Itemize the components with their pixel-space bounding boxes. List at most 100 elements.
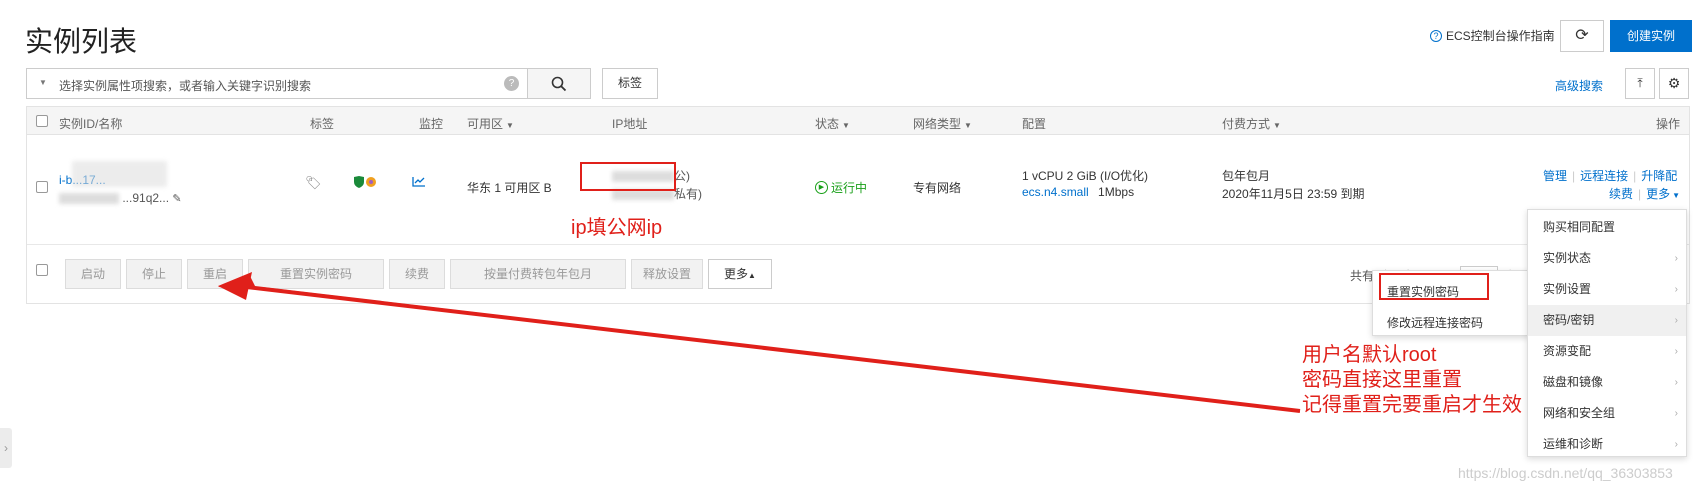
more-link[interactable]: 更多 — [1646, 187, 1670, 201]
select-all-bottom-checkbox[interactable] — [36, 264, 48, 276]
caret-down-icon: ▼ — [1672, 191, 1681, 200]
col-network[interactable]: 网络类型 ▼ — [913, 115, 972, 132]
sidebar-toggle[interactable]: › — [0, 428, 12, 468]
config-detail: ecs.n4.small 1Mbps — [1022, 185, 1134, 199]
zone-cell: 华东 1 可用区 B — [467, 181, 552, 195]
ip-highlight-box — [580, 162, 676, 191]
sort-icon: ▼ — [506, 121, 514, 130]
col-billing[interactable]: 付费方式 ▼ — [1222, 115, 1281, 132]
menu-item-label: 实例状态 — [1543, 251, 1592, 265]
col-status-label: 状态 — [815, 117, 840, 131]
tag-filter-button[interactable]: 标签 — [602, 68, 658, 99]
menu-item-label: 资源变配 — [1543, 344, 1592, 358]
search-icon — [551, 76, 567, 91]
menu-item-label: 实例设置 — [1543, 282, 1592, 296]
bulk-more-label: 更多 — [724, 267, 749, 281]
menu-item-buy-same[interactable]: 购买相同配置 — [1528, 212, 1686, 243]
restart-button[interactable]: 重启 — [187, 259, 243, 289]
tag-icon[interactable]: 🏷 — [305, 175, 322, 191]
settings-button[interactable]: ⚙ — [1659, 68, 1689, 99]
running-icon: ▶ — [815, 181, 828, 194]
menu-item-label: 磁盘和镜像 — [1543, 375, 1604, 389]
menu-item-label: 密码/密钥 — [1543, 313, 1595, 327]
table-row: i-b...17... ...91q2... ✎ 🏷 华东 1 可用区 B 公)… — [27, 135, 1689, 245]
advanced-search-link[interactable]: 高级搜索 — [1555, 77, 1603, 94]
annotation-line: 记得重置完要重启才生效 — [1302, 394, 1522, 416]
instance-name: ...91q2... ✎ — [59, 191, 182, 205]
guide-label: ECS控制台操作指南 — [1446, 29, 1555, 43]
reset-highlight-box — [1379, 273, 1489, 300]
ip-annotation: ip填公网ip — [571, 217, 663, 239]
col-id: 实例ID/名称 — [59, 117, 123, 131]
row-checkbox[interactable] — [36, 181, 48, 193]
col-tags: 标签 — [310, 117, 335, 131]
search-placeholder: 选择实例属性项搜索，或者输入关键字识别搜索 — [59, 79, 312, 93]
watermark: https://blog.csdn.net/qq_36303853 — [1458, 465, 1673, 481]
reset-password-button[interactable]: 重置实例密码 — [248, 259, 384, 289]
col-status[interactable]: 状态 ▼ — [815, 115, 850, 132]
ip-public-label: 公) — [674, 169, 690, 183]
refresh-button[interactable]: ⟳ — [1560, 20, 1604, 52]
caret-down-icon[interactable]: ▼ — [39, 78, 47, 87]
menu-item-network-security[interactable]: 网络和安全组 › — [1528, 398, 1686, 429]
convert-billing-button[interactable]: 按量付费转包年包月 — [450, 259, 626, 289]
chevron-right-icon: › — [1674, 439, 1678, 450]
expire-date: 2020年11月5日 23:59 到期 — [1222, 187, 1365, 201]
release-settings-button[interactable]: 释放设置 — [631, 259, 703, 289]
bandwidth-text: 1Mbps — [1098, 185, 1135, 199]
redacted-block — [59, 193, 119, 205]
edit-icon[interactable]: ✎ — [172, 193, 181, 205]
menu-item-instance-settings[interactable]: 实例设置 › — [1528, 274, 1686, 305]
help-icon: ? — [1430, 29, 1442, 42]
renew-button[interactable]: 续费 — [389, 259, 445, 289]
row-actions-2: 续费 | 更多 ▼ — [1609, 187, 1681, 201]
sort-icon: ▼ — [964, 121, 972, 130]
menu-item-disk-image[interactable]: 磁盘和镜像 › — [1528, 367, 1686, 398]
chevron-right-icon: › — [1674, 284, 1678, 295]
guide-link[interactable]: ? ECS控制台操作指南 — [1430, 27, 1555, 44]
chevron-right-icon: › — [1674, 408, 1678, 419]
sort-icon: ▼ — [1273, 121, 1281, 130]
remote-connect-link[interactable]: 远程连接 — [1580, 169, 1628, 183]
search-button[interactable] — [528, 68, 591, 99]
select-all-checkbox[interactable] — [36, 115, 48, 127]
help-icon[interactable]: ? — [504, 76, 519, 91]
menu-item-ops-diagnosis[interactable]: 运维和诊断 › — [1528, 429, 1686, 460]
start-button[interactable]: 启动 — [65, 259, 121, 289]
password-annotation: 用户名默认root 密码直接这里重置 记得重置完要重启才生效 — [1302, 343, 1522, 418]
menu-item-instance-status[interactable]: 实例状态 › — [1528, 243, 1686, 274]
col-billing-label: 付费方式 — [1222, 117, 1271, 131]
page-title: 实例列表 — [25, 26, 138, 57]
instance-name-text: ...91q2... — [122, 191, 170, 205]
ip-private-label: 私有) — [674, 187, 702, 201]
annotation-line: 密码直接这里重置 — [1302, 369, 1462, 391]
submenu-modify-remote-password[interactable]: 修改远程连接密码 — [1387, 314, 1483, 331]
upgrade-link[interactable]: 升降配 — [1641, 169, 1677, 183]
manage-link[interactable]: 管理 — [1543, 169, 1567, 183]
instance-type-link[interactable]: ecs.n4.small — [1022, 185, 1089, 199]
col-monitor: 监控 — [419, 117, 444, 131]
renew-link[interactable]: 续费 — [1609, 187, 1633, 201]
chevron-right-icon: › — [1674, 253, 1678, 264]
caret-up-icon: ▲ — [748, 271, 756, 280]
col-config: 配置 — [1022, 117, 1047, 131]
create-instance-button[interactable]: 创建实例 — [1610, 20, 1692, 52]
search-input[interactable]: ▼ 选择实例属性项搜索，或者输入关键字识别搜索 ? — [26, 68, 528, 99]
security-icon — [352, 175, 378, 192]
chevron-right-icon: › — [1674, 346, 1678, 357]
refresh-icon: ⟳ — [1575, 27, 1589, 44]
gear-icon: ⚙ — [1667, 75, 1681, 91]
monitor-icon[interactable] — [412, 175, 426, 190]
network-cell: 专有网络 — [913, 181, 962, 195]
menu-item-label: 购买相同配置 — [1543, 220, 1616, 234]
bulk-more-button[interactable]: 更多▲ — [708, 259, 772, 289]
chevron-right-icon: › — [1674, 315, 1678, 326]
col-actions: 操作 — [1656, 117, 1681, 131]
menu-item-password-key[interactable]: 密码/密钥 › — [1528, 305, 1686, 336]
export-button[interactable]: ⤒ — [1625, 68, 1655, 99]
more-dropdown-menu: 购买相同配置 实例状态 › 实例设置 › 密码/密钥 › 资源变配 › 磁盘和镜像 › 网… — [1527, 209, 1687, 457]
menu-item-label: 运维和诊断 — [1543, 437, 1604, 451]
col-zone[interactable]: 可用区 ▼ — [467, 115, 514, 132]
menu-item-resource-change[interactable]: 资源变配 › — [1528, 336, 1686, 367]
stop-button[interactable]: 停止 — [126, 259, 182, 289]
